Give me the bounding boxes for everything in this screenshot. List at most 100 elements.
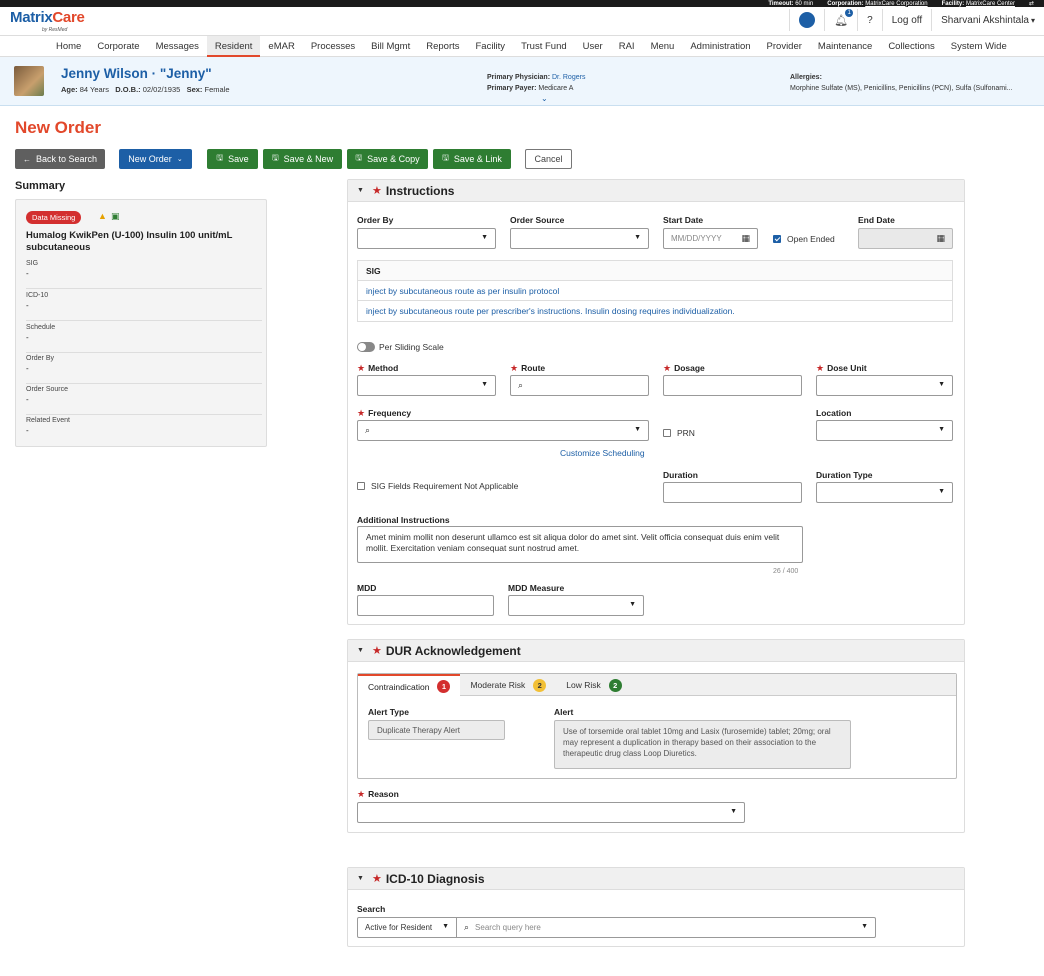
checkbox-unchecked-icon bbox=[357, 482, 365, 490]
save-link-button[interactable]: 🖫︎ Save & Link bbox=[433, 149, 511, 169]
sliding-scale-toggle[interactable]: Per Sliding Scale bbox=[357, 342, 444, 352]
customize-scheduling-link[interactable]: Customize Scheduling bbox=[560, 448, 645, 458]
cancel-button[interactable]: Cancel bbox=[525, 149, 572, 169]
matrixcare-logo[interactable]: MatrixCare by ResMed bbox=[10, 9, 85, 33]
frequency-search-select[interactable]: ⌕ ▼ bbox=[357, 420, 649, 441]
sig-option[interactable]: inject by subcutaneous route as per insu… bbox=[358, 281, 952, 301]
route-search-input[interactable]: ⌕ bbox=[510, 375, 649, 396]
collapse-triangle-icon: ▼ bbox=[357, 187, 364, 194]
sig-option[interactable]: inject by subcutaneous route per prescri… bbox=[358, 301, 952, 321]
expand-banner-chevron-icon[interactable]: ⌄ bbox=[541, 94, 548, 103]
start-date-input[interactable]: MM/DD/YYYY ▦ bbox=[663, 228, 758, 249]
nav-home[interactable]: Home bbox=[48, 36, 89, 57]
save-copy-button[interactable]: 🖫︎ Save & Copy bbox=[347, 149, 428, 169]
nav-messages[interactable]: Messages bbox=[148, 36, 207, 57]
allergies-value: Morphine Sulfate (MS), Penicillins, Peni… bbox=[790, 85, 1013, 92]
patient-name[interactable]: Jenny Wilson · "Jenny" bbox=[61, 66, 212, 81]
nav-maintenance[interactable]: Maintenance bbox=[810, 36, 880, 57]
facility-label: Facility: bbox=[941, 0, 965, 7]
back-to-search-button[interactable]: ← Back to Search bbox=[15, 149, 105, 169]
prn-checkbox[interactable]: PRN bbox=[663, 428, 695, 438]
end-date-input: ▦ bbox=[858, 228, 953, 249]
search-icon: ⌕ bbox=[365, 425, 371, 435]
icd-search-label: Search bbox=[357, 904, 386, 914]
nav-rai[interactable]: RAI bbox=[611, 36, 643, 57]
mdd-measure-select[interactable]: ▼ bbox=[508, 595, 644, 616]
instructions-header[interactable]: ▼ ★ Instructions bbox=[348, 180, 964, 202]
patient-avatar bbox=[14, 66, 44, 96]
order-source-select[interactable]: ▼ bbox=[510, 228, 649, 249]
location-select[interactable]: ▼ bbox=[816, 420, 953, 441]
save-button[interactable]: 🖫︎ Save bbox=[207, 149, 258, 169]
order-by-select[interactable]: ▼ bbox=[357, 228, 496, 249]
caret-down-icon: ▼ bbox=[481, 381, 488, 388]
dose-unit-select[interactable]: ▼ bbox=[816, 375, 953, 396]
corporation-link[interactable]: MatrixCare Corporation bbox=[865, 1, 927, 7]
summary-field-order-by: Order By - bbox=[26, 353, 262, 384]
sig-header: SIG bbox=[358, 261, 952, 281]
collapse-triangle-icon: ▼ bbox=[357, 875, 364, 882]
ai-assistant-button[interactable] bbox=[789, 9, 824, 31]
nav-corporate[interactable]: Corporate bbox=[89, 36, 147, 57]
facility-link[interactable]: MatrixCare Center bbox=[966, 1, 1015, 7]
additional-instructions-textarea[interactable]: Amet minim mollit non deserunt ullamco e… bbox=[357, 526, 803, 563]
patient-banner: Jenny Wilson · "Jenny" Age: 84 Years D.O… bbox=[0, 57, 1044, 106]
required-star-icon: ★ bbox=[357, 408, 366, 418]
drug-name: Humalog KwikPen (U-100) Insulin 100 unit… bbox=[26, 230, 233, 253]
dur-header[interactable]: ▼ ★ DUR Acknowledgement bbox=[348, 640, 964, 662]
tab-contraindication[interactable]: Contraindication 1 bbox=[358, 674, 461, 697]
page-title: New Order bbox=[15, 118, 101, 137]
sig-not-applicable-checkbox[interactable]: SIG Fields Requirement Not Applicable bbox=[357, 481, 518, 491]
tab-low-risk[interactable]: Low Risk 2 bbox=[556, 674, 631, 696]
open-ended-checkbox[interactable]: Open Ended bbox=[773, 234, 835, 244]
chevron-down-icon: ⌄ bbox=[176, 156, 183, 163]
icd10-header[interactable]: ▼ ★ ICD-10 Diagnosis bbox=[348, 868, 964, 890]
dosage-label: ★ Dosage bbox=[663, 363, 705, 373]
document-check-icon: ▣ bbox=[111, 211, 120, 221]
nav-provider[interactable]: Provider bbox=[759, 36, 810, 57]
nav-bill-mgmt[interactable]: Bill Mgmt bbox=[363, 36, 418, 57]
duration-type-select[interactable]: ▼ bbox=[816, 482, 953, 503]
nav-trust-fund[interactable]: Trust Fund bbox=[513, 36, 575, 57]
switch-icon[interactable]: ⇄ bbox=[1029, 0, 1034, 7]
nav-facility[interactable]: Facility bbox=[468, 36, 514, 57]
nav-emar[interactable]: eMAR bbox=[260, 36, 302, 57]
method-select[interactable]: ▼ bbox=[357, 375, 496, 396]
data-missing-badge: Data Missing bbox=[26, 211, 82, 224]
new-order-button[interactable]: New Order ⌄ bbox=[119, 149, 192, 169]
nav-administration[interactable]: Administration bbox=[682, 36, 758, 57]
method-label: ★ Method bbox=[357, 363, 399, 373]
summary-field-order-source: Order Source - bbox=[26, 384, 262, 415]
nav-processes[interactable]: Processes bbox=[303, 36, 363, 57]
save-new-button[interactable]: 🖫︎ Save & New bbox=[263, 149, 342, 169]
icd-filter-select[interactable]: Active for Resident ▼ bbox=[357, 917, 457, 938]
logoff-button[interactable]: Log off bbox=[881, 9, 931, 31]
nav-resident[interactable]: Resident bbox=[206, 35, 261, 57]
duration-input[interactable] bbox=[663, 482, 802, 503]
caret-down-icon: ▼ bbox=[634, 426, 641, 433]
save-icon: 🖫︎ bbox=[216, 153, 224, 162]
nav-reports[interactable]: Reports bbox=[418, 36, 467, 57]
nav-collections[interactable]: Collections bbox=[880, 36, 942, 57]
nav-menu[interactable]: Menu bbox=[643, 36, 683, 57]
reason-label: ★ Reason bbox=[357, 789, 399, 799]
dosage-input[interactable] bbox=[663, 375, 802, 396]
notifications-button[interactable]: 🔔︎ 1 bbox=[824, 8, 857, 31]
reason-select[interactable]: ▼ bbox=[357, 802, 745, 823]
calendar-icon[interactable]: ▦ bbox=[741, 233, 750, 244]
physician-link[interactable]: Dr. Rogers bbox=[552, 74, 585, 81]
app-header: MatrixCare by ResMed 🔔︎ 1 ? Log off Sharv… bbox=[0, 7, 1044, 35]
nav-system-wide[interactable]: System Wide bbox=[943, 36, 1015, 57]
tab-moderate-risk[interactable]: Moderate Risk 2 bbox=[460, 674, 556, 696]
summary-field-schedule: Schedule - bbox=[26, 322, 262, 353]
caret-down-icon: ▼ bbox=[938, 426, 945, 433]
summary-field-icd10: ICD-10- bbox=[26, 290, 262, 321]
user-menu[interactable]: Sharvani Akshintala ▾ bbox=[931, 9, 1044, 31]
help-button[interactable]: ? bbox=[857, 9, 882, 31]
summary-field-sig: SIG - bbox=[26, 258, 262, 289]
mdd-input[interactable] bbox=[357, 595, 494, 616]
nav-user[interactable]: User bbox=[575, 36, 611, 57]
additional-instructions-label: Additional Instructions bbox=[357, 515, 450, 525]
allergies-label: Allergies: bbox=[790, 74, 822, 81]
icd-search-input[interactable]: ⌕ Search query here ▼ bbox=[456, 917, 876, 938]
